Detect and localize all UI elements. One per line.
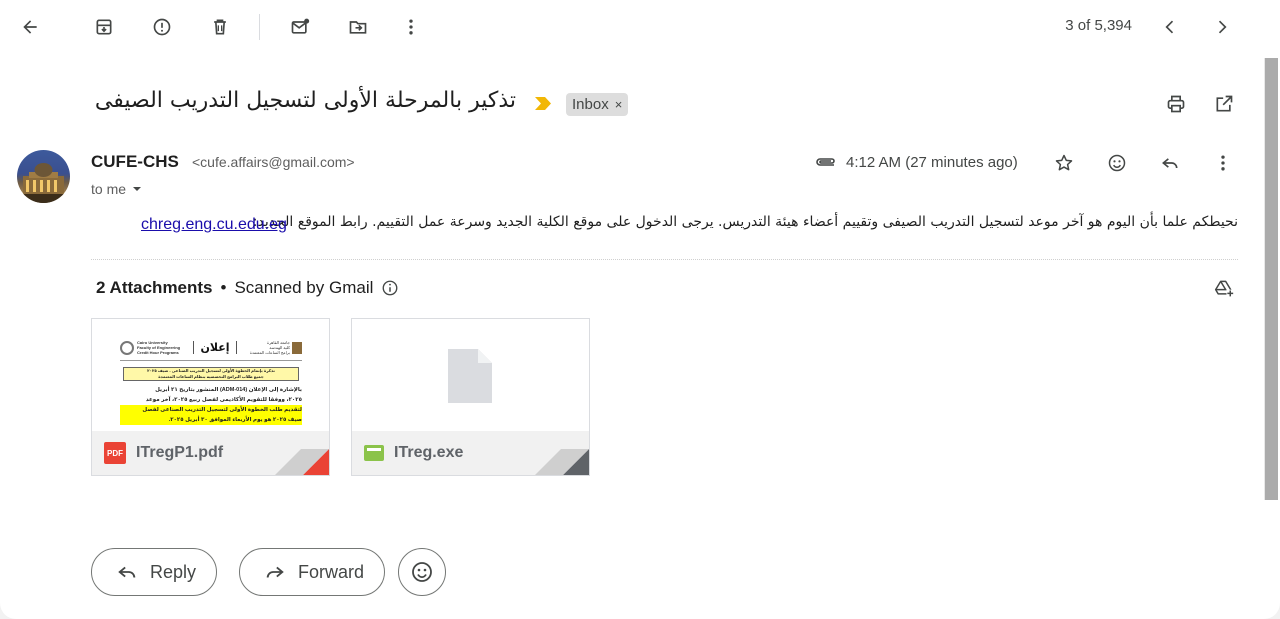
reply-button[interactable]: Reply — [91, 548, 218, 596]
page-fold-icon — [275, 449, 329, 475]
reply-arrow-icon — [118, 566, 136, 578]
attachment-clip-icon — [816, 158, 835, 166]
recipient-details-toggle[interactable]: to me — [91, 181, 142, 197]
remove-label-icon[interactable]: × — [615, 97, 623, 112]
attachment-name: ITreg.exe — [394, 444, 464, 461]
smiley-icon — [412, 562, 432, 582]
reply-icon[interactable] — [1150, 143, 1190, 183]
pdf-file-icon: PDF — [104, 442, 126, 464]
info-icon[interactable] — [381, 279, 399, 297]
forward-arrow-icon — [266, 566, 284, 578]
back-arrow-icon[interactable] — [10, 7, 50, 47]
attachment-card-pdf[interactable]: Cairo University Faculty of Engineering … — [91, 318, 330, 476]
attachments-divider — [91, 259, 1238, 260]
print-icon[interactable] — [1156, 84, 1196, 124]
scrollbar[interactable] — [1264, 58, 1278, 500]
chevron-left-icon[interactable] — [1150, 7, 1190, 47]
pdf-line-2: ٢٠٢٥، ووفقا للتقويم الأكاديمى لفصل ربيع … — [145, 397, 302, 403]
email-subject: تذكير بالمرحلة الأولى لتسجيل التدريب الص… — [94, 88, 516, 113]
report-spam-icon[interactable] — [142, 7, 182, 47]
message-counter: 3 of 5,394 — [1065, 17, 1132, 34]
add-to-drive-icon[interactable] — [1204, 268, 1244, 308]
archive-icon[interactable] — [84, 7, 124, 47]
reply-label: Reply — [150, 561, 197, 582]
generic-file-icon — [448, 349, 492, 403]
pdf-header-ar-3: برامج الساعات المعتمدة — [249, 350, 290, 355]
mark-unread-icon[interactable] — [280, 7, 320, 47]
inbox-label-chip[interactable]: Inbox × — [566, 93, 629, 116]
pdf-banner-line-2: جميع طلاب البرامج التخصصية بنظام الساعات… — [158, 374, 264, 379]
more-options-icon[interactable] — [1203, 143, 1243, 183]
executable-file-icon — [364, 445, 384, 461]
add-reaction-icon[interactable] — [1097, 143, 1137, 183]
star-icon[interactable] — [1044, 143, 1084, 183]
forward-button[interactable]: Forward — [239, 548, 386, 596]
attachments-header: 2 Attachments • Scanned by Gmail — [96, 278, 399, 298]
pdf-programs-en: Credit Hour Programs — [137, 350, 179, 355]
sender-avatar[interactable] — [17, 150, 70, 203]
email-timestamp: 4:12 AM (27 minutes ago) — [846, 154, 1018, 171]
page-fold-icon — [535, 449, 589, 475]
website-link[interactable]: chreg.eng.cu.edu.eg — [141, 216, 287, 234]
importance-marker-icon[interactable] — [535, 97, 551, 110]
move-to-icon[interactable] — [338, 7, 378, 47]
inbox-label-text: Inbox — [572, 96, 609, 113]
faculty-logo-icon — [292, 341, 302, 354]
sender-email: <cufe.affairs@gmail.com> — [192, 154, 355, 170]
pdf-line-3: لتقديم طلب الخطوة الأولى لتسجيل التدريب … — [120, 405, 302, 415]
pdf-thumbnail: Cairo University Faculty of Engineering … — [120, 335, 302, 435]
more-vert-icon[interactable] — [391, 7, 431, 47]
pdf-title-ar: إعلان — [193, 341, 237, 354]
scanned-label: Scanned by Gmail — [234, 278, 374, 297]
email-body-text: نحيطكم علما بأن اليوم هو آخر موعد لتسجيل… — [252, 214, 1238, 230]
sender-name[interactable]: CUFE-CHS — [91, 152, 179, 172]
forward-label: Forward — [298, 561, 365, 582]
attachment-name: ITregP1.pdf — [136, 444, 224, 461]
trash-icon[interactable] — [200, 7, 240, 47]
caret-down-icon — [133, 187, 142, 191]
toolbar-divider — [259, 14, 260, 40]
university-seal-icon — [120, 340, 134, 355]
separator-dot: • — [220, 278, 227, 297]
pdf-line-4: صيف ٢٠٢٥ هو يوم الأربعاء الموافق ٣٠ أبري… — [120, 415, 302, 425]
open-in-new-window-icon[interactable] — [1204, 84, 1244, 124]
email-view: 3 of 5,394 تذكير بالمرحلة الأولى لتسجيل … — [0, 0, 1280, 619]
recipient-label: to me — [91, 181, 127, 197]
pdf-line-1: بالإشارة إلى الإعلان (ADM-014) المنشور ب… — [155, 387, 302, 393]
chevron-right-icon[interactable] — [1202, 7, 1242, 47]
emoji-reaction-button[interactable] — [398, 548, 446, 596]
attachments-count: 2 Attachments — [96, 278, 213, 297]
attachment-card-exe[interactable]: ITreg.exe — [351, 318, 590, 476]
